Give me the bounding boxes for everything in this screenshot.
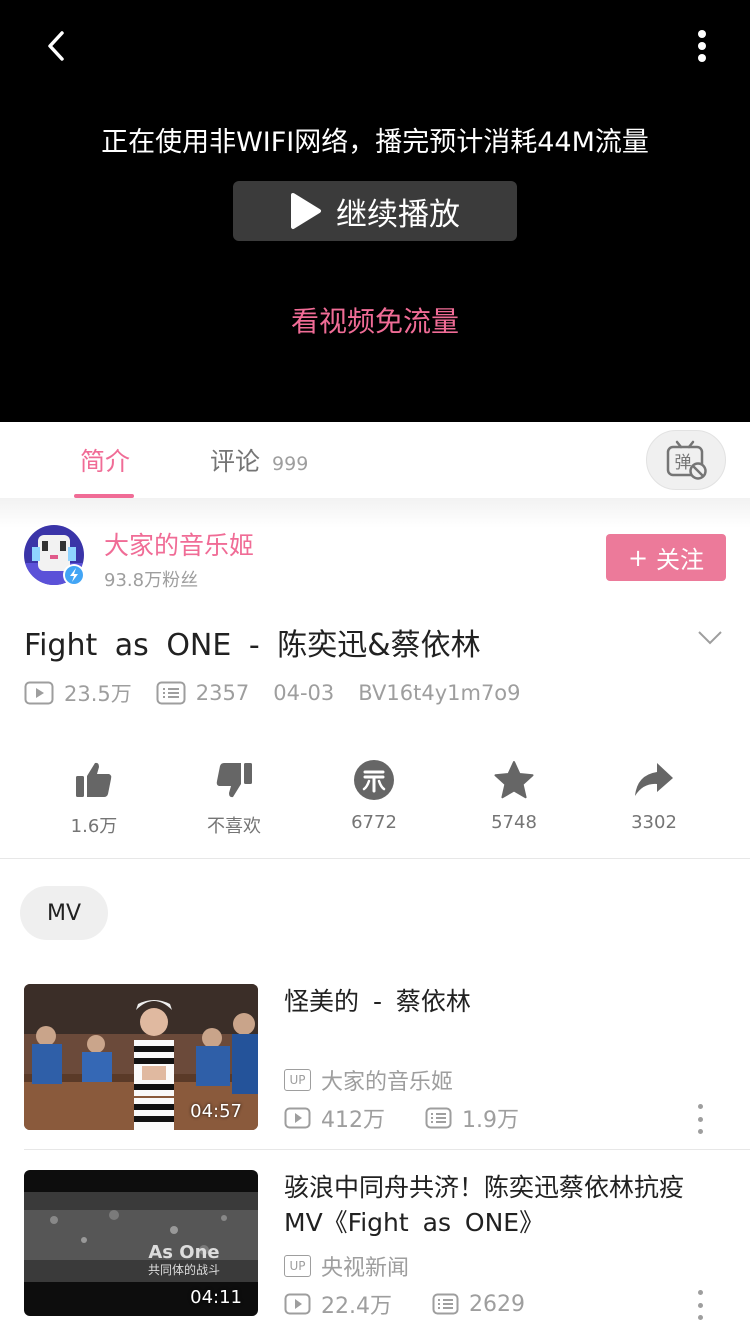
related-video-title: 骇浪中同舟共济！陈奕迅蔡依林抗疫MV《Fight as ONE》 (284, 1173, 685, 1237)
like-count: 1.6万 (70, 816, 118, 837)
related-danmaku-count: 1.9万 (462, 1108, 519, 1133)
coin-button[interactable]: 6772 (304, 758, 444, 833)
favorite-count: 5748 (491, 812, 537, 833)
up-badge-icon: UP (284, 1069, 311, 1091)
star-icon (494, 761, 534, 799)
danmaku-count: 2357 (195, 681, 250, 705)
uploader-fans: 93.8万粉丝 (104, 570, 199, 591)
tab-comments-label: 评论 (210, 447, 261, 476)
video-duration: 04:57 (190, 1101, 242, 1122)
tab-comments-count: 999 (272, 453, 309, 475)
more-options-button[interactable] (690, 1290, 710, 1320)
play-count-icon (284, 1293, 311, 1315)
section-divider (0, 858, 750, 859)
danmaku-count-icon (156, 681, 186, 705)
related-video-stats: 22.4万 2629 (284, 1288, 565, 1320)
thumbs-up-icon (76, 762, 112, 797)
follow-button[interactable]: + 关注 (606, 534, 726, 581)
tag-mv[interactable]: MV (20, 886, 108, 940)
related-video-uploader: UP 大家的音乐姬 (284, 1064, 453, 1096)
share-icon (635, 763, 673, 796)
dot-icon (697, 1302, 703, 1308)
video-thumbnail[interactable]: 04:57 (24, 984, 258, 1130)
chevron-down-icon (698, 631, 722, 645)
video-player[interactable]: 正在使用非WIFI网络，播完预计消耗44M流量 继续播放 看视频免流量 (0, 0, 750, 422)
continue-play-button[interactable]: 继续播放 (233, 181, 517, 241)
dot-icon (697, 1290, 703, 1295)
list-divider (24, 1149, 750, 1150)
related-view-count: 22.4万 (321, 1294, 392, 1319)
thumbs-down-icon (216, 763, 252, 798)
network-notice: 正在使用非WIFI网络，播完预计消耗44M流量 (101, 127, 649, 158)
dislike-label: 不喜欢 (207, 816, 261, 837)
detail-tabs: 简介 评论 999 弹 (0, 422, 750, 498)
tab-comments[interactable]: 评论 999 (210, 442, 308, 478)
tab-intro[interactable]: 简介 (74, 422, 134, 498)
dot-icon (697, 1315, 703, 1320)
more-options-button[interactable] (680, 24, 724, 68)
danmaku-count-icon (425, 1107, 452, 1129)
uploader-avatar[interactable] (24, 525, 86, 587)
favorite-button[interactable]: 5748 (444, 758, 584, 833)
tab-intro-label: 简介 (80, 447, 131, 476)
danmaku-off-icon: 弹 (666, 440, 707, 480)
related-video-title: 怪美的 - 蔡依林 (284, 987, 471, 1016)
play-icon (291, 193, 321, 229)
danmaku-count-icon (432, 1293, 459, 1315)
bv-id: BV16t4y1m7o9 (358, 681, 521, 705)
plus-icon: + (627, 543, 649, 572)
video-thumbnail[interactable]: As One 共同体的战斗 04:11 (24, 1170, 258, 1316)
action-bar: 1.6万 不喜欢 6772 5748 3302 (24, 758, 724, 838)
dislike-button[interactable]: 不喜欢 (164, 758, 304, 838)
related-danmaku-count: 2629 (469, 1291, 525, 1317)
video-duration: 04:11 (190, 1287, 242, 1308)
chevron-left-icon (48, 31, 64, 61)
publish-date: 04-03 (273, 681, 335, 705)
dot-icon (697, 1129, 703, 1134)
related-uploader-name: 大家的音乐姬 (321, 1070, 454, 1095)
like-button[interactable]: 1.6万 (24, 758, 164, 838)
danmaku-toggle-button[interactable]: 弹 (646, 430, 726, 490)
avatar-image (24, 525, 85, 586)
back-button[interactable] (34, 24, 78, 68)
related-view-count: 412万 (321, 1108, 385, 1133)
play-count-icon (284, 1107, 311, 1129)
vertical-dots-icon (698, 30, 706, 62)
related-video-item[interactable]: 04:57 怪美的 - 蔡依林 UP 大家的音乐姬 412万 1.9万 (0, 984, 750, 1134)
svg-text:共同体的战斗: 共同体的战斗 (148, 1262, 220, 1277)
related-video-item[interactable]: As One 共同体的战斗 04:11 骇浪中同舟共济！陈奕迅蔡依林抗疫MV《F… (0, 1170, 750, 1320)
coin-icon (354, 760, 394, 800)
video-title: Fight as ONE - 陈奕迅&蔡依林 (24, 628, 481, 663)
share-button[interactable]: 3302 (584, 758, 724, 833)
svg-text:As One: As One (148, 1242, 219, 1263)
related-video-stats: 412万 1.9万 (284, 1102, 559, 1134)
expand-description-button[interactable] (696, 626, 724, 650)
view-count: 23.5万 (64, 682, 132, 706)
dot-icon (697, 1116, 703, 1122)
svg-text:弹: 弹 (675, 453, 692, 473)
related-uploader-name: 央视新闻 (321, 1256, 410, 1281)
continue-play-label: 继续播放 (336, 196, 460, 233)
dot-icon (697, 1104, 703, 1109)
more-options-button[interactable] (690, 1104, 710, 1134)
share-count: 3302 (631, 812, 677, 833)
coin-count: 6772 (351, 812, 397, 833)
related-video-uploader: UP 央视新闻 (284, 1250, 409, 1282)
tab-shadow (0, 498, 750, 528)
uploader-name[interactable]: 大家的音乐姬 (104, 526, 254, 562)
up-badge-icon: UP (284, 1255, 311, 1277)
video-meta: 23.5万 2357 04-03 BV16t4y1m7o9 (24, 678, 545, 708)
free-data-link[interactable]: 看视频免流量 (0, 300, 750, 340)
follow-label: 关注 (656, 546, 705, 574)
play-count-icon (24, 681, 54, 705)
